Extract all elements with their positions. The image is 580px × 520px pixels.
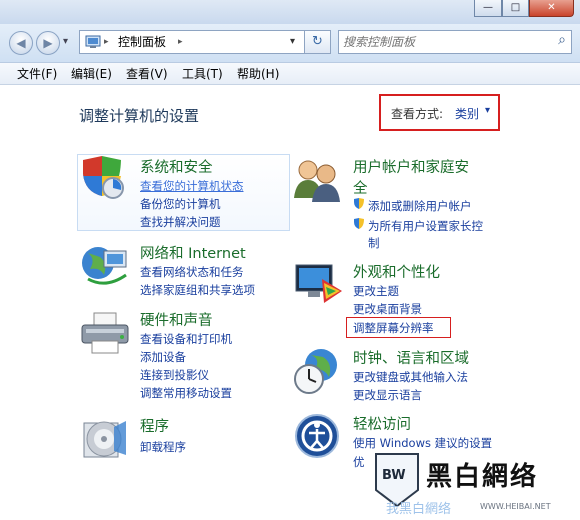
users-icon [294,160,340,202]
menu-file[interactable]: 文件(F) [17,65,57,82]
menu-view[interactable]: 查看(V) [126,65,168,82]
category-ease-of-access[interactable]: 轻松访问 [353,413,411,434]
watermark-text: 黑白網络 [426,462,539,492]
maximize-button[interactable]: □ [502,0,529,17]
breadcrumb-separator[interactable]: ▸ [104,31,109,53]
printer-icon [81,312,129,354]
refresh-button[interactable]: ↻ [305,30,331,54]
category-programs[interactable]: 程序 [140,415,169,436]
clock-globe-icon [294,349,337,394]
view-by-dropdown[interactable]: 类别 [455,105,479,122]
link-troubleshoot[interactable]: 查找并解决问题 [140,214,221,230]
link-view-computer-status[interactable]: 查看您的计算机状态 [140,178,244,194]
breadcrumb-control-panel[interactable]: 控制面板 [118,31,166,53]
page-title: 调整计算机的设置 [79,107,200,125]
search-box[interactable]: ⌕ [338,30,572,54]
search-input[interactable] [343,33,543,51]
link-uninstall-program[interactable]: 卸载程序 [140,439,186,455]
network-globe-icon [82,247,127,285]
link-add-device[interactable]: 添加设备 [140,349,186,365]
close-button[interactable]: ✕ [529,0,574,17]
address-dropdown-button[interactable]: ▾ [290,31,295,53]
view-by-box: 查看方式: 类别 ▾ [379,94,500,131]
link-connect-projector[interactable]: 连接到投影仪 [140,367,209,383]
monitor-palette-icon [295,264,342,303]
back-button[interactable]: ◀ [9,31,33,55]
forward-button[interactable]: ▶ [36,31,60,55]
category-network-internet[interactable]: 网络和 Internet [140,242,246,263]
link-change-keyboard[interactable]: 更改键盘或其他输入法 [353,369,468,385]
shield-icon [83,156,124,199]
link-mobility-settings[interactable]: 调整常用移动设置 [140,385,232,401]
recent-pages-button[interactable]: ▾ [63,36,68,47]
uac-shield-icon [354,198,364,209]
link-add-remove-accounts[interactable]: 添加或删除用户帐户 [368,198,472,214]
category-appearance[interactable]: 外观和个性化 [353,261,440,282]
minimize-button[interactable]: — [474,0,502,17]
breadcrumb-separator[interactable]: ▸ [178,31,183,53]
link-network-status[interactable]: 查看网络状态和任务 [140,264,244,280]
chevron-down-icon[interactable]: ▾ [485,105,490,116]
category-system-security[interactable]: 系统和安全 [140,156,213,177]
view-by-label: 查看方式: [391,107,444,121]
link-devices-printers[interactable]: 查看设备和打印机 [140,331,232,347]
menu-help[interactable]: 帮助(H) [237,65,279,82]
search-icon[interactable]: ⌕ [558,32,566,48]
watermark-sub: 我黑白網络 [386,502,452,517]
watermark-url: WWW.HEIBAI.NET [480,502,551,511]
link-change-theme[interactable]: 更改主题 [353,283,399,299]
link-screen-resolution[interactable]: 调整屏幕分辨率 [353,320,434,336]
link-parental-controls-wrap[interactable]: 制 [368,235,380,251]
link-backup-computer[interactable]: 备份您的计算机 [140,196,221,212]
link-display-language[interactable]: 更改显示语言 [353,387,422,403]
link-homegroup-sharing[interactable]: 选择家庭组和共享选项 [140,282,255,298]
programs-disc-icon [83,421,126,458]
ease-of-access-icon [295,414,339,458]
title-bar: — □ ✕ [0,0,580,24]
menu-tools[interactable]: 工具(T) [182,65,223,82]
address-toolbar: ◀ ▶ ▾ ▸ 控制面板 ▸ ▾ ↻ ⌕ [0,24,580,63]
link-parental-controls[interactable]: 为所有用户设置家长控 [368,218,483,234]
watermark-logo: BW [382,468,406,483]
uac-shield-icon [354,218,364,229]
link-desktop-background[interactable]: 更改桌面背景 [353,301,422,317]
menu-bar: 文件(F) 编辑(E) 查看(V) 工具(T) 帮助(H) [0,63,580,85]
control-panel-icon [85,35,101,48]
category-hardware-sound[interactable]: 硬件和声音 [140,309,213,330]
watermark: BW 黑白網络 我黑白網络 WWW.HEIBAI.NET [362,442,580,520]
address-field[interactable]: ▸ 控制面板 ▸ ▾ [79,30,305,54]
category-user-accounts[interactable]: 用户帐户和家庭安 [353,156,469,177]
menu-edit[interactable]: 编辑(E) [71,65,112,82]
category-clock-language-region[interactable]: 时钟、语言和区域 [353,347,469,368]
category-user-accounts-wrap[interactable]: 全 [353,177,368,198]
